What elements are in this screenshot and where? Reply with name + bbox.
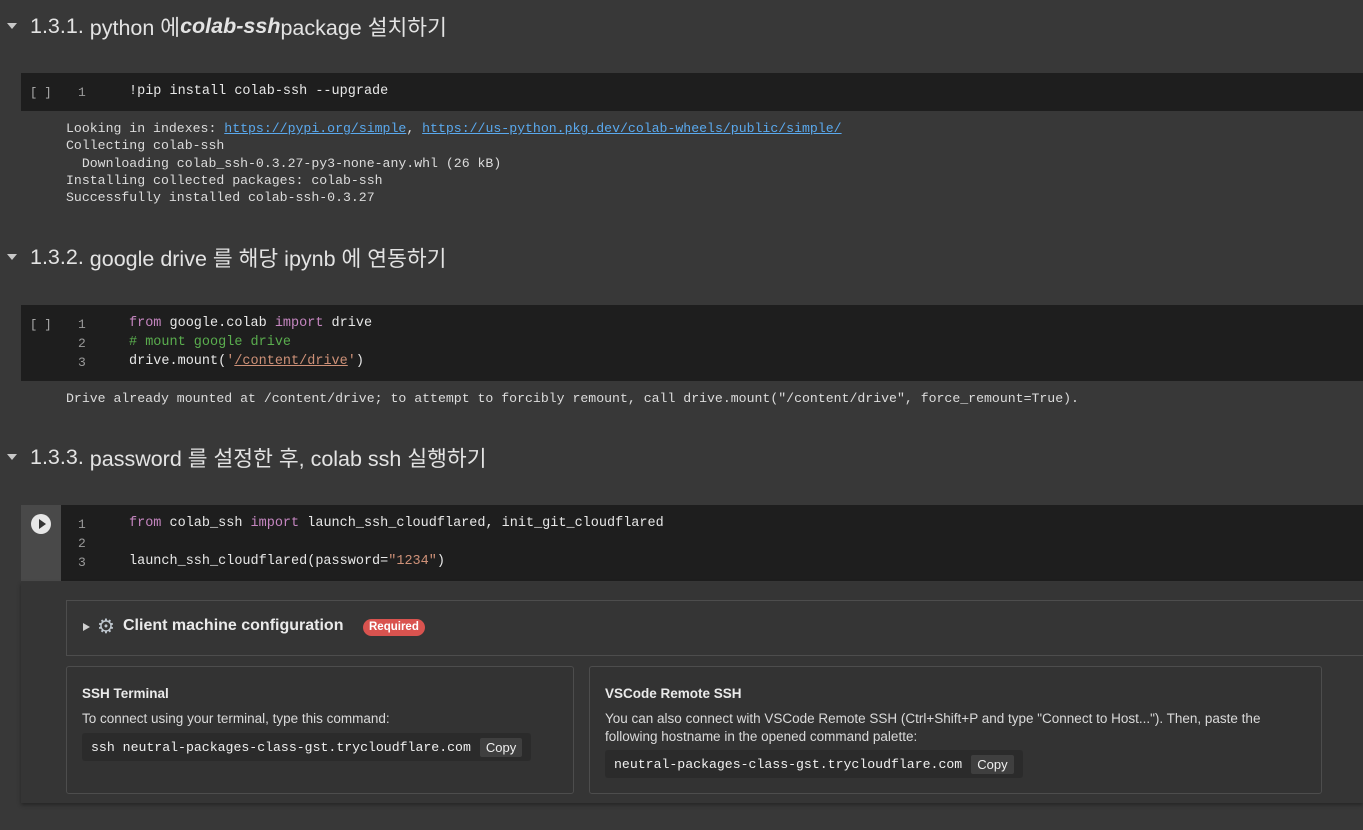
module: colab_ssh — [161, 516, 251, 531]
path-link[interactable]: /content/drive — [234, 354, 347, 369]
call-close: ) — [355, 354, 364, 369]
vscode-ssh-card: VSCode Remote SSH You can also connect w… — [589, 666, 1322, 794]
section-number: 1.3.1. — [30, 13, 84, 38]
output-text: Successfully installed colab-ssh-0.3.27 — [66, 190, 375, 206]
line-number: 1 — [78, 85, 86, 100]
execution-count[interactable]: [ ] — [30, 86, 52, 100]
description-line: You can also connect with VSCode Remote … — [605, 711, 1261, 726]
code-cell[interactable]: [ ] 1 2 3 from google.colab import drive… — [21, 305, 1363, 381]
collapse-caret-icon[interactable] — [7, 23, 17, 29]
section-heading-3: 1.3.3. password 를 설정한 후, colab ssh 실행하기 — [0, 442, 487, 472]
string-literal: "1234" — [388, 554, 437, 569]
run-cell-button[interactable] — [31, 514, 51, 534]
section-number: 1.3.2. — [30, 244, 84, 269]
code-line[interactable]: !pip install colab-ssh --upgrade — [129, 84, 388, 99]
call: launch_ssh_cloudflared(password= — [129, 554, 389, 569]
expand-triangle-icon[interactable] — [83, 623, 90, 631]
line-number: 2 — [78, 536, 86, 551]
code-line[interactable]: from google.colab import drive — [129, 316, 372, 331]
line-number: 3 — [78, 555, 86, 570]
identifier: drive — [323, 316, 373, 331]
code-comment[interactable]: # mount google drive — [129, 335, 291, 350]
line-number: 1 — [78, 517, 86, 532]
cell-output: Looking in indexes: https://pypi.org/sim… — [66, 120, 842, 206]
call: drive.mount( — [129, 354, 227, 369]
line-number: 3 — [78, 355, 86, 370]
required-badge: Required — [363, 619, 425, 636]
code-cell[interactable]: [ ] 1 !pip install colab-ssh --upgrade — [21, 73, 1363, 111]
section-title: google drive 를 해당 ipynb 에 연동하기 — [89, 246, 447, 271]
output-text: Downloading colab_ssh-0.3.27-py3-none-an… — [66, 155, 502, 171]
widget-output: ⚙ Client machine configuration Required … — [21, 582, 1363, 803]
code-cell-active[interactable]: 1 2 3 from colab_ssh import launch_ssh_c… — [21, 505, 1363, 581]
client-config-details[interactable]: ⚙ Client machine configuration Required — [66, 600, 1363, 656]
copy-button[interactable]: Copy — [479, 737, 523, 757]
line-number: 2 — [78, 336, 86, 351]
section-heading-2: 1.3.2. google drive 를 해당 ipynb 에 연동하기 — [0, 242, 446, 272]
keyword: from — [129, 316, 162, 331]
collapse-caret-icon[interactable] — [7, 454, 17, 460]
section-title-emphasis: colab-ssh — [180, 13, 281, 38]
ssh-terminal-card: SSH Terminal To connect using your termi… — [66, 666, 574, 794]
string-quote: ' — [347, 354, 356, 369]
command-box: neutral-packages-class-gst.trycloudflare… — [605, 750, 1023, 778]
collapse-caret-icon[interactable] — [7, 254, 17, 260]
keyword: import — [250, 516, 300, 531]
output-text: , — [406, 121, 423, 136]
keyword: import — [274, 316, 324, 331]
section-title-pre: python 에 — [89, 15, 181, 40]
keyword: from — [129, 516, 162, 531]
execution-count[interactable]: [ ] — [30, 318, 52, 332]
output-link[interactable]: https://pypi.org/simple — [224, 121, 406, 136]
output-text: Looking in indexes: — [66, 121, 225, 136]
run-gutter — [21, 505, 61, 581]
section-title: password 를 설정한 후, colab ssh 실행하기 — [89, 446, 487, 471]
section-number: 1.3.3. — [30, 444, 84, 469]
code-line[interactable]: drive.mount('/content/drive') — [129, 354, 364, 369]
card-description: You can also connect with VSCode Remote … — [605, 710, 1260, 746]
code-line[interactable]: launch_ssh_cloudflared(password="1234") — [129, 554, 445, 569]
copy-button[interactable]: Copy — [971, 754, 1014, 774]
output-text: Installing collected packages: colab-ssh — [66, 172, 383, 188]
code-line[interactable]: from colab_ssh import launch_ssh_cloudfl… — [129, 516, 664, 531]
module: google.colab — [161, 316, 275, 331]
identifiers: launch_ssh_cloudflared, init_git_cloudfl… — [299, 516, 664, 531]
call-close: ) — [436, 554, 445, 569]
cell-output: Drive already mounted at /content/drive;… — [66, 391, 1079, 406]
card-title: SSH Terminal — [82, 686, 169, 701]
description-line: following hostname in the opened command… — [605, 729, 918, 744]
ssh-command[interactable]: ssh neutral-packages-class-gst.trycloudf… — [91, 740, 471, 755]
command-box: ssh neutral-packages-class-gst.trycloudf… — [82, 733, 532, 761]
config-title: Client machine configuration — [123, 617, 344, 634]
line-number: 1 — [78, 317, 86, 332]
output-text: Collecting colab-ssh — [66, 138, 225, 154]
card-description: To connect using your terminal, type thi… — [82, 711, 390, 726]
vscode-hostname[interactable]: neutral-packages-class-gst.trycloudflare… — [614, 757, 962, 772]
section-title-post: package 설치하기 — [280, 15, 447, 40]
section-heading-1: 1.3.1. python 에 colab-ssh package 설치하기 — [0, 11, 447, 41]
gear-icon: ⚙ — [97, 616, 115, 638]
card-title: VSCode Remote SSH — [605, 686, 742, 701]
output-link[interactable]: https://us-python.pkg.dev/colab-wheels/p… — [422, 121, 841, 136]
